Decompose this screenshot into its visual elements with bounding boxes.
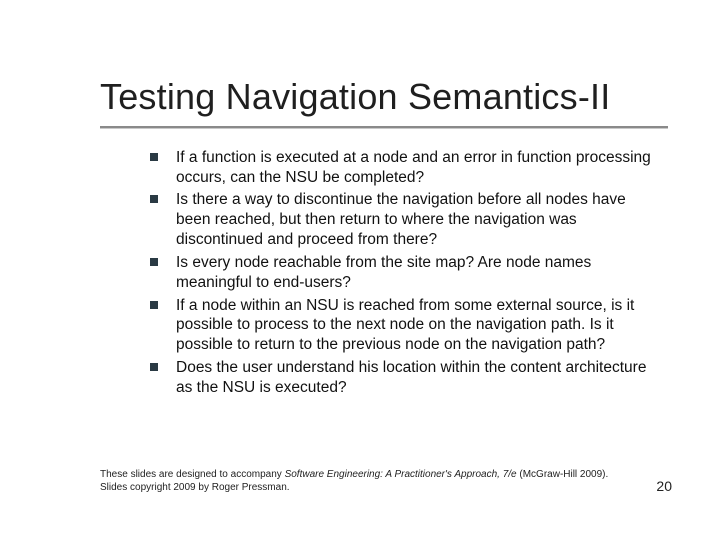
footer-book-title: Software Engineering: A Practitioner's A… bbox=[285, 469, 517, 480]
slide: Testing Navigation Semantics-II If a fun… bbox=[0, 0, 720, 540]
slide-title: Testing Navigation Semantics-II bbox=[100, 78, 668, 116]
footer-prefix: These slides are designed to accompany bbox=[100, 469, 285, 480]
list-item: Does the user understand his location wi… bbox=[150, 358, 660, 398]
content-area: If a function is executed at a node and … bbox=[0, 128, 720, 398]
list-item: If a function is executed at a node and … bbox=[150, 148, 660, 188]
list-item: If a node within an NSU is reached from … bbox=[150, 296, 660, 355]
footer: These slides are designed to accompany S… bbox=[100, 469, 672, 494]
title-area: Testing Navigation Semantics-II bbox=[0, 0, 720, 116]
page-number: 20 bbox=[656, 478, 672, 494]
footer-copy: These slides are designed to accompany S… bbox=[100, 469, 620, 494]
bullet-list: If a function is executed at a node and … bbox=[150, 148, 660, 398]
list-item: Is there a way to discontinue the naviga… bbox=[150, 190, 660, 249]
list-item: Is every node reachable from the site ma… bbox=[150, 253, 660, 293]
